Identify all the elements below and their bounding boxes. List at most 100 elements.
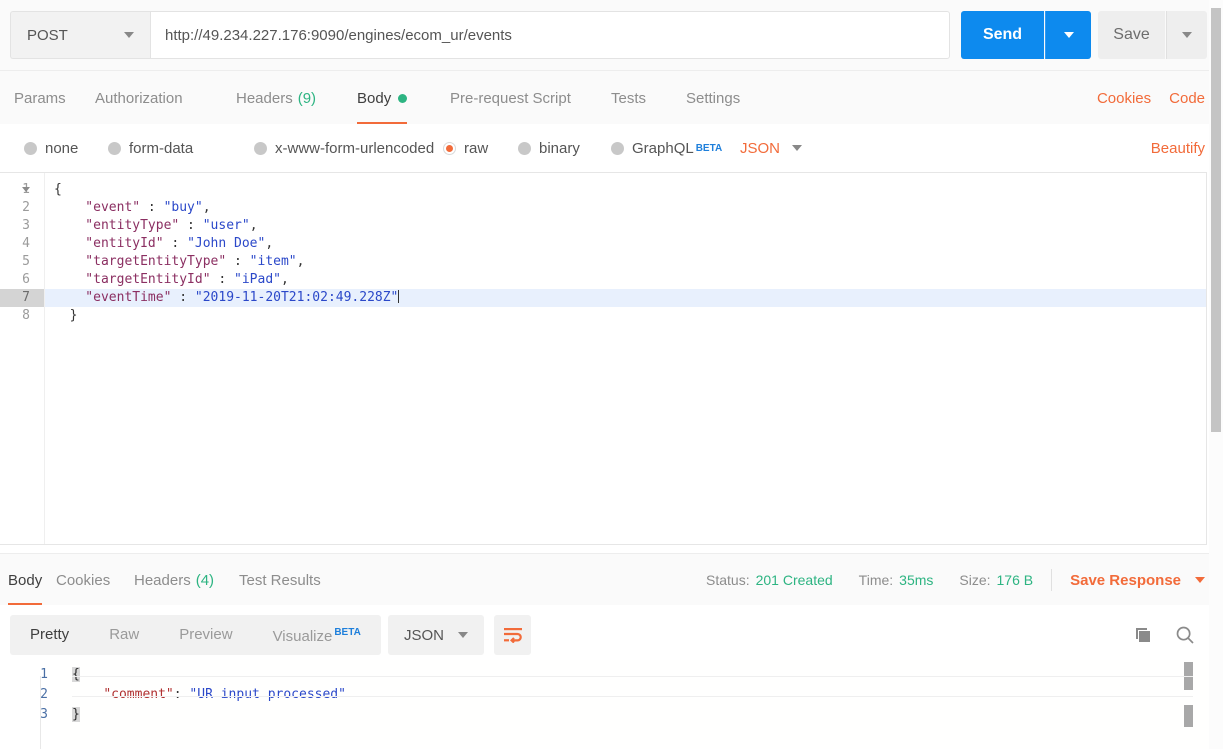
size-label: Size: [959, 572, 991, 588]
code-line[interactable]: { [45, 181, 1206, 199]
raw-format-dropdown[interactable]: JSON [740, 124, 803, 172]
code-token: : [163, 236, 188, 251]
text-cursor [398, 290, 400, 303]
tab-label: Headers [134, 571, 191, 589]
code-line: { [72, 665, 1223, 685]
request-tab-headers[interactable]: Headers (9) [236, 71, 316, 125]
search-button[interactable] [1175, 625, 1195, 645]
request-tab-settings[interactable]: Settings [686, 71, 740, 125]
fold-arrow-icon[interactable] [22, 187, 30, 192]
tab-label: Raw [109, 626, 140, 643]
copy-icon [1136, 628, 1150, 642]
code-line[interactable]: "targetEntityId" : "iPad", [45, 271, 1206, 289]
code-token: "John Doe" [187, 236, 266, 251]
response-tab-headers[interactable]: Headers (4) [134, 554, 214, 606]
code-line[interactable]: "eventTime" : "2019-11-20T21:02:49.228Z" [45, 289, 1206, 307]
tab-label: Authorization [95, 89, 183, 107]
code-token: , [202, 200, 211, 215]
line-number: 5 [22, 254, 30, 269]
beautify-button[interactable]: Beautify [1151, 124, 1205, 172]
save-response-button[interactable]: Save Response [1070, 572, 1181, 589]
radio-icon [518, 141, 531, 155]
divider [1051, 569, 1053, 591]
request-tab-bar: Params Authorization Headers (9) Body Pre-req… [0, 70, 1223, 126]
beta-badge: BETA [334, 627, 361, 638]
body-type-form-data[interactable]: form-data [108, 124, 193, 172]
tab-label: Body [8, 571, 43, 589]
code-token: : [179, 218, 203, 233]
http-method-dropdown[interactable]: POST [10, 11, 150, 59]
body-type-row: none form-data x-www-form-urlencoded raw bin… [0, 124, 1223, 172]
body-type-x-www-form-urlencoded[interactable]: x-www-form-urlencoded [254, 124, 434, 172]
response-format-tab-visualize[interactable]: Visualize BETA [253, 613, 381, 657]
body-type-binary[interactable]: binary [518, 124, 580, 172]
row-separator [72, 676, 1193, 677]
code-token: "item" [249, 254, 297, 269]
row-separator [72, 696, 1193, 697]
response-scrollbar-thumb[interactable] [1184, 705, 1193, 727]
request-body-editor[interactable]: 1 2 3 4 5 6 78 { "event" : "buy", "entityType"… [0, 172, 1207, 545]
search-icon [1176, 626, 1194, 644]
code-token: "eventTime" [54, 290, 172, 305]
code-token: } [72, 707, 80, 722]
response-format-tab-preview[interactable]: Preview [159, 615, 252, 655]
send-button[interactable]: Send [961, 11, 1044, 59]
request-tab-pre-request-script[interactable]: Pre-request Script [450, 71, 571, 125]
tab-count: (4) [195, 571, 215, 589]
code-line[interactable]: "entityId" : "John Doe", [45, 235, 1206, 253]
chevron-down-icon[interactable] [1195, 577, 1205, 583]
code-line[interactable]: "targetEntityType" : "item", [45, 253, 1206, 271]
tab-count: (9) [297, 89, 317, 107]
response-format-tab-raw[interactable]: Raw [89, 615, 159, 655]
code-token: , [296, 254, 305, 269]
response-format-dropdown[interactable]: JSON [388, 615, 485, 655]
body-type-none[interactable]: none [24, 124, 78, 172]
code-token: : [210, 272, 235, 287]
send-options-button[interactable] [1045, 11, 1091, 59]
response-tab-test-results[interactable]: Test Results [239, 554, 321, 606]
request-tab-authorization[interactable]: Authorization [95, 71, 183, 125]
body-type-label: binary [539, 139, 580, 157]
response-tab-body[interactable]: Body [8, 554, 43, 606]
chevron-down-icon [124, 32, 134, 38]
code-token: "targetEntityType" [54, 254, 227, 269]
body-type-raw[interactable]: raw [443, 124, 488, 172]
line-number: 7 [0, 289, 44, 307]
code-token: "event" [54, 200, 141, 215]
tab-label: Pre-request Script [450, 89, 571, 107]
request-tab-body[interactable]: Body [357, 71, 408, 125]
body-type-graphql[interactable]: GraphQL BETA [611, 124, 722, 172]
main-scrollbar-track[interactable] [1209, 0, 1223, 749]
cookies-link[interactable]: Cookies [1097, 90, 1151, 107]
code-line: } [72, 705, 1223, 725]
unsaved-dot-icon [398, 93, 408, 103]
tab-label: Tests [611, 89, 647, 107]
tab-label: Visualize [272, 628, 333, 645]
line-number: 2 [22, 200, 30, 215]
code-line[interactable]: "event" : "buy", [45, 199, 1206, 217]
code-line[interactable]: } [45, 307, 1206, 325]
main-scrollbar-thumb[interactable] [1211, 8, 1221, 432]
code-token: "UR input processed" [189, 687, 346, 702]
response-tab-cookies[interactable]: Cookies [56, 554, 110, 606]
code-link[interactable]: Code [1169, 90, 1205, 107]
request-url-input[interactable] [150, 11, 950, 59]
response-format-tab-pretty[interactable]: Pretty [10, 615, 89, 655]
save-button[interactable]: Save [1098, 11, 1165, 59]
status-value: 201 Created [755, 572, 833, 588]
word-wrap-button[interactable] [494, 615, 531, 655]
request-tab-tests[interactable]: Tests [611, 71, 646, 125]
tab-label: Params [14, 89, 66, 107]
request-tab-params[interactable]: Params [14, 71, 66, 125]
code-token: "targetEntityId" [54, 272, 211, 287]
line-number: 4 [22, 236, 30, 251]
response-body-viewer[interactable]: 123 { "comment": "UR input processed"} [0, 660, 1223, 749]
save-options-button[interactable] [1166, 11, 1207, 59]
code-line[interactable]: "entityType" : "user", [45, 217, 1206, 235]
code-token: : [173, 687, 190, 702]
editor-code-area[interactable]: { "event" : "buy", "entityType" : "user"… [45, 173, 1206, 544]
copy-button[interactable] [1133, 625, 1153, 645]
body-type-label: raw [464, 139, 489, 157]
radio-icon [108, 141, 121, 155]
